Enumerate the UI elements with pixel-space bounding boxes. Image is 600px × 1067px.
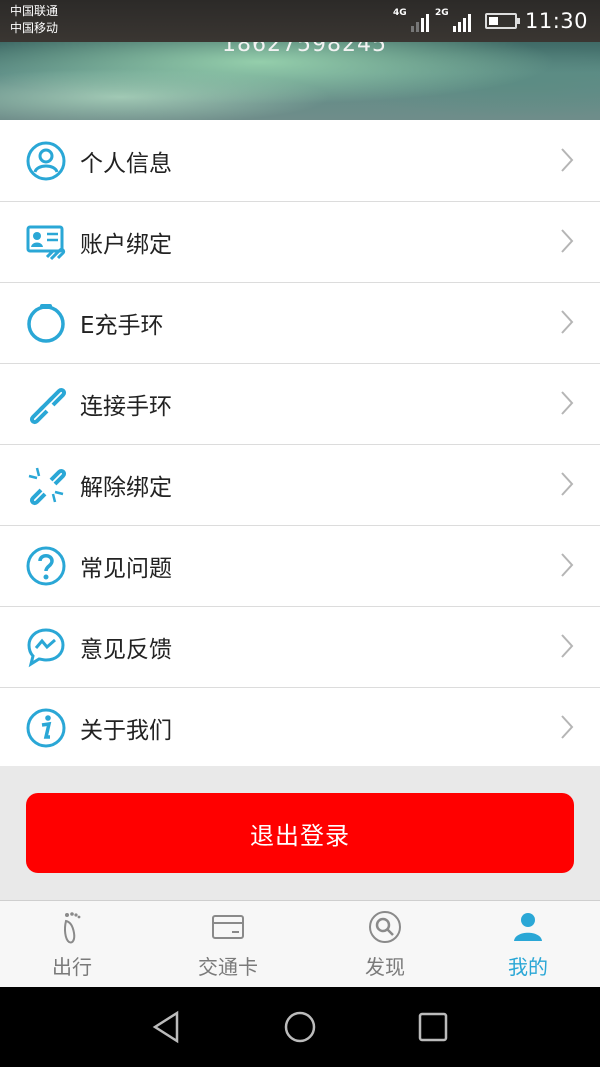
signal-2g-icon: 2G xyxy=(434,8,471,32)
phone-number: 18627598245 xyxy=(222,42,387,57)
menu-item-label: 个人信息 xyxy=(80,150,172,177)
network-type-2: 2G xyxy=(434,8,449,18)
question-icon xyxy=(24,544,68,588)
chevron-right-icon xyxy=(561,310,574,334)
menu-item-connect-band[interactable]: 连接手环 xyxy=(0,363,600,444)
tab-label: 交通卡 xyxy=(198,955,258,979)
menu-item-label: 关于我们 xyxy=(80,717,172,744)
menu-item-label: 连接手环 xyxy=(80,393,172,420)
network-type-1: 4G xyxy=(392,8,407,18)
unlink-icon xyxy=(24,463,68,507)
card-icon xyxy=(212,915,244,939)
menu-item-label: 解除绑定 xyxy=(80,474,172,501)
back-icon[interactable] xyxy=(149,1009,185,1045)
chevron-right-icon xyxy=(561,229,574,253)
home-icon[interactable] xyxy=(282,1009,318,1045)
battery-icon xyxy=(484,13,520,29)
carrier-2: 中国移动 xyxy=(10,21,59,35)
footprint-icon xyxy=(64,912,81,944)
clock: 11:30 xyxy=(524,9,588,33)
menu-item-label: E充手环 xyxy=(80,312,164,339)
system-nav-bar xyxy=(0,987,600,1067)
recent-apps-icon[interactable] xyxy=(415,1009,451,1045)
tab-transit-card[interactable]: 交通卡 xyxy=(178,901,278,988)
tab-discover[interactable]: 发现 xyxy=(335,901,435,988)
profile-header-banner: 18627598245 xyxy=(0,42,600,120)
user-circle-icon xyxy=(24,139,68,183)
tab-label: 出行 xyxy=(52,955,92,979)
menu-item-label: 意见反馈 xyxy=(80,636,172,663)
link-icon xyxy=(24,382,68,426)
chevron-right-icon xyxy=(561,391,574,415)
tab-mine[interactable]: 我的 xyxy=(478,901,578,988)
menu-item-feedback[interactable]: 意见反馈 xyxy=(0,606,600,687)
settings-menu: 个人信息 账户绑定 E充手环 连接手环 解除绑定 常见问题 意见反馈 关于我们 xyxy=(0,120,600,768)
person-icon xyxy=(514,913,542,941)
chevron-right-icon xyxy=(561,553,574,577)
search-icon xyxy=(369,911,401,943)
ring-icon xyxy=(24,301,68,345)
status-indicators: 4G 2G 11:30 xyxy=(392,0,588,42)
menu-item-account-binding[interactable]: 账户绑定 xyxy=(0,201,600,282)
menu-item-about-us[interactable]: 关于我们 xyxy=(0,687,600,768)
logout-area: 退出登录 xyxy=(0,766,600,900)
carrier-1: 中国联通 xyxy=(10,4,59,18)
chevron-right-icon xyxy=(561,472,574,496)
tab-label: 我的 xyxy=(508,955,548,979)
menu-item-label: 常见问题 xyxy=(80,555,172,582)
info-icon xyxy=(24,706,68,750)
logout-button[interactable]: 退出登录 xyxy=(26,793,574,873)
status-bar: 中国联通 中国移动 4G 2G 11:30 xyxy=(0,0,600,42)
signal-4g-icon: 4G xyxy=(392,8,429,32)
menu-item-e-charge-band[interactable]: E充手环 xyxy=(0,282,600,363)
menu-item-label: 账户绑定 xyxy=(80,231,172,258)
chevron-right-icon xyxy=(561,148,574,172)
menu-item-unbind[interactable]: 解除绑定 xyxy=(0,444,600,525)
chevron-right-icon xyxy=(561,715,574,739)
id-card-link-icon xyxy=(24,220,68,264)
menu-item-personal-info[interactable]: 个人信息 xyxy=(0,120,600,201)
tab-label: 发现 xyxy=(365,955,405,979)
feedback-chat-icon xyxy=(24,625,68,669)
menu-item-faq[interactable]: 常见问题 xyxy=(0,525,600,606)
bottom-tab-bar: 出行 交通卡 发现 我的 xyxy=(0,900,600,987)
carrier-info: 中国联通 中国移动 xyxy=(10,3,58,37)
tab-travel[interactable]: 出行 xyxy=(22,901,122,988)
chevron-right-icon xyxy=(561,634,574,658)
